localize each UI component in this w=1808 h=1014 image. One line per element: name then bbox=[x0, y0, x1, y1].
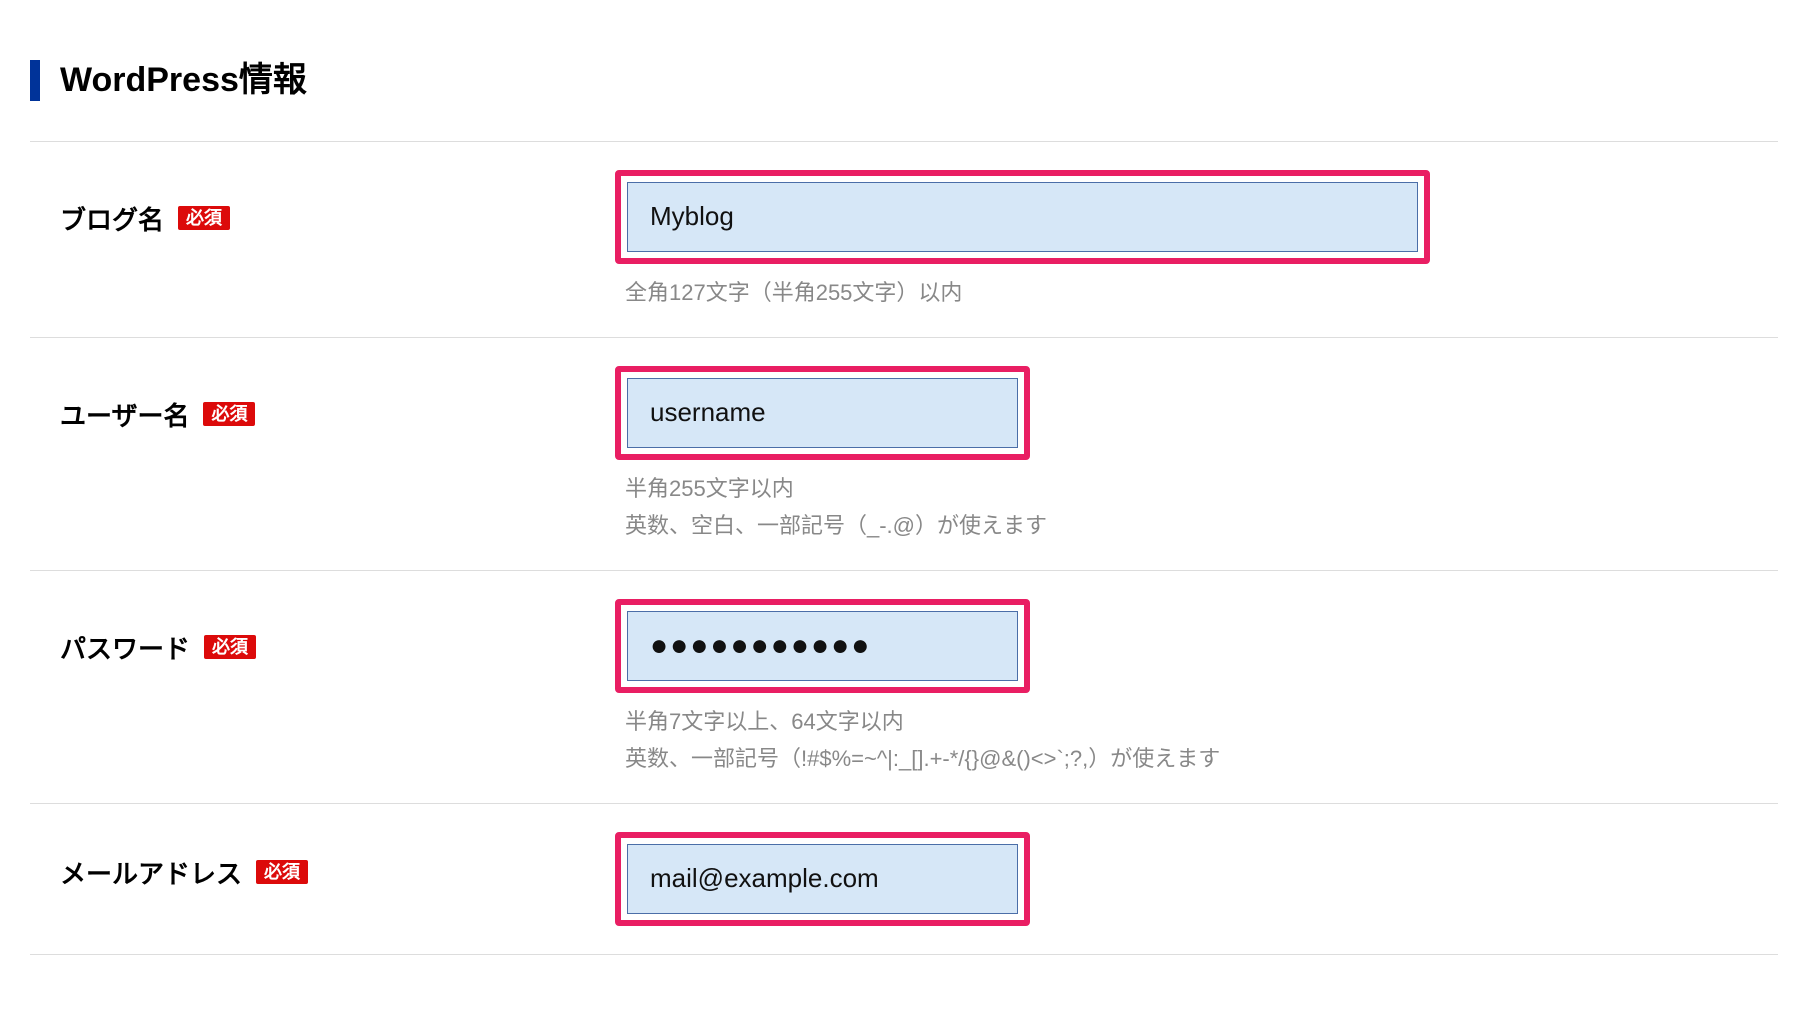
hint-password-1: 半角7文字以上、64文字以内 bbox=[625, 705, 1778, 738]
highlight-email bbox=[615, 832, 1030, 926]
required-badge: 必須 bbox=[178, 206, 230, 230]
label-blog-name: ブログ名 bbox=[60, 200, 164, 237]
row-email: メールアドレス 必須 bbox=[30, 803, 1778, 955]
label-password: パスワード bbox=[60, 629, 190, 666]
password-input[interactable] bbox=[627, 611, 1018, 681]
hint-blog-name: 全角127文字（半角255文字）以内 bbox=[625, 276, 1778, 309]
highlight-blog-name bbox=[615, 170, 1430, 264]
required-badge: 必須 bbox=[256, 860, 308, 884]
highlight-password bbox=[615, 599, 1030, 693]
required-badge: 必須 bbox=[204, 635, 256, 659]
hint-username-2: 英数、空白、一部記号（_-.@）が使えます bbox=[625, 509, 1778, 542]
required-badge: 必須 bbox=[203, 402, 255, 426]
email-input[interactable] bbox=[627, 844, 1018, 914]
row-blog-name: ブログ名 必須 全角127文字（半角255文字）以内 bbox=[30, 141, 1778, 337]
label-username: ユーザー名 bbox=[60, 396, 189, 433]
row-password: パスワード 必須 半角7文字以上、64文字以内 英数、一部記号（!#$%=~^|… bbox=[30, 570, 1778, 803]
highlight-username bbox=[615, 366, 1030, 460]
section-title: WordPress情報 bbox=[30, 60, 1778, 101]
hint-password-2: 英数、一部記号（!#$%=~^|:_[].+-*/{}@&()<>`;?,）が使… bbox=[625, 742, 1778, 775]
label-email: メールアドレス bbox=[60, 854, 242, 891]
hint-username-1: 半角255文字以内 bbox=[625, 472, 1778, 505]
username-input[interactable] bbox=[627, 378, 1018, 448]
row-username: ユーザー名 必須 半角255文字以内 英数、空白、一部記号（_-.@）が使えます bbox=[30, 337, 1778, 570]
blog-name-input[interactable] bbox=[627, 182, 1418, 252]
